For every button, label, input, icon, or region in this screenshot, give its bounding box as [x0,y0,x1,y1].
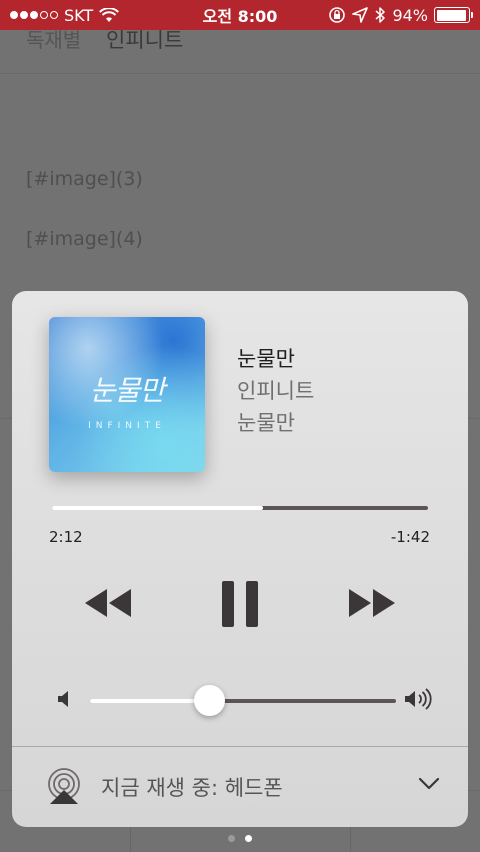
location-arrow-icon [352,7,369,23]
volume-slider[interactable] [90,685,396,716]
airplay-output-selector[interactable]: 지금 재생 중: 헤드폰 [12,747,468,827]
fast-forward-button[interactable] [344,583,400,623]
page-dot[interactable] [228,835,235,842]
signal-dot [30,11,38,19]
signal-strength-icon [10,11,58,19]
chevron-down-icon[interactable] [418,777,440,791]
now-playing-panel: 눈물만 INFINITE 눈물만 인피니트 눈물만 2:12 -1:42 지금 … [12,291,468,827]
volume-high-icon [405,688,432,710]
track-title: 눈물만 [237,347,295,371]
battery-icon [434,7,473,23]
orientation-lock-icon [329,7,346,23]
wifi-icon [99,7,120,22]
signal-dot [20,11,28,19]
pause-icon [222,581,258,627]
playback-scrubber[interactable] [52,506,428,510]
volume-slider-thumb[interactable] [194,685,226,716]
elapsed-time: 2:12 [49,528,83,546]
album-artwork[interactable]: 눈물만 INFINITE [49,317,205,472]
track-info: 눈물만 인피니트 눈물만 [237,343,314,439]
volume-level [90,699,210,703]
track-artist: 인피니트 [237,379,315,403]
page-dot[interactable] [245,835,252,842]
pause-button[interactable] [218,579,262,629]
fast-forward-icon [349,589,395,617]
page-indicator[interactable] [0,835,480,842]
album-art-logo: 눈물만 [89,374,165,407]
volume-low-icon [58,691,68,707]
background-text-line: [#image](3) [26,168,143,190]
signal-dot [40,11,48,19]
rewind-icon [85,589,131,617]
background-nav-bar: 독재별 인피니트 [0,28,480,74]
background-text-line: [#image](4) [26,228,143,250]
carrier-label: SKT [64,5,94,25]
playback-progress [52,506,263,510]
bluetooth-icon [375,7,386,23]
battery-percentage: 94% [392,5,428,25]
remaining-time: -1:42 [390,528,430,546]
signal-dot [10,11,18,19]
track-album: 눈물만 [237,411,295,435]
status-bar: SKT 오전 8:00 94% [0,0,480,30]
rewind-button[interactable] [80,583,136,623]
airplay-output-label: 지금 재생 중: 헤드폰 [101,776,283,800]
airplay-icon [48,768,80,804]
signal-dot [50,11,58,19]
album-art-artist: INFINITE [88,421,166,431]
